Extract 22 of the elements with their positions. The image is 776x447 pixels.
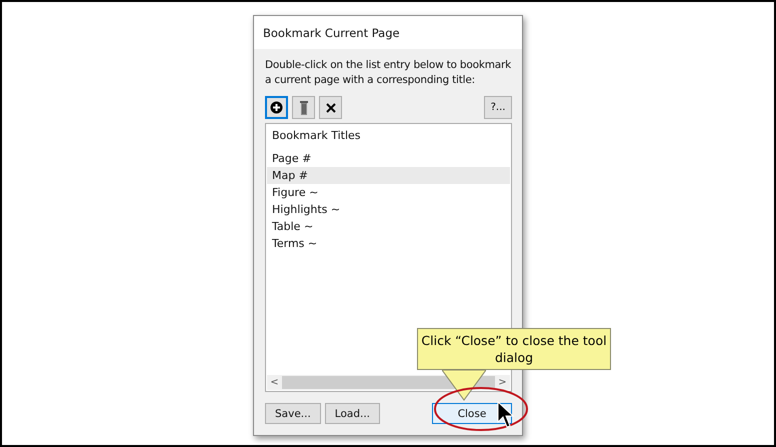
plus-circle-icon (270, 101, 283, 114)
list-item[interactable]: Figure ~ (267, 184, 510, 201)
mouse-pointer-icon (497, 401, 515, 429)
callout-text: Click “Close” to close the tool dialog (420, 332, 608, 366)
scroll-left-arrow[interactable]: < (267, 377, 282, 388)
list-item[interactable]: Map # (267, 167, 510, 184)
scroll-right-arrow[interactable]: > (495, 377, 510, 388)
delete-button[interactable] (292, 96, 315, 119)
window-title: Bookmark Current Page (263, 26, 400, 40)
list-item[interactable]: Table ~ (267, 218, 510, 235)
list-header: Bookmark Titles (271, 129, 362, 142)
add-button[interactable] (265, 96, 288, 119)
list-item[interactable]: Highlights ~ (267, 201, 510, 218)
dialog-button[interactable]: Load... (324, 403, 380, 424)
instruction-text: Double-click on the list entry below to bookmark a current page with a corresponding title: (265, 58, 512, 88)
clear-button[interactable] (319, 96, 342, 119)
dialog-button[interactable]: Save... (265, 403, 321, 424)
help-button[interactable]: ?... (484, 96, 512, 119)
list-item[interactable]: Page # (267, 150, 510, 167)
close-icon (326, 102, 336, 112)
list-item[interactable]: Terms ~ (267, 235, 510, 252)
trash-icon (300, 100, 308, 114)
